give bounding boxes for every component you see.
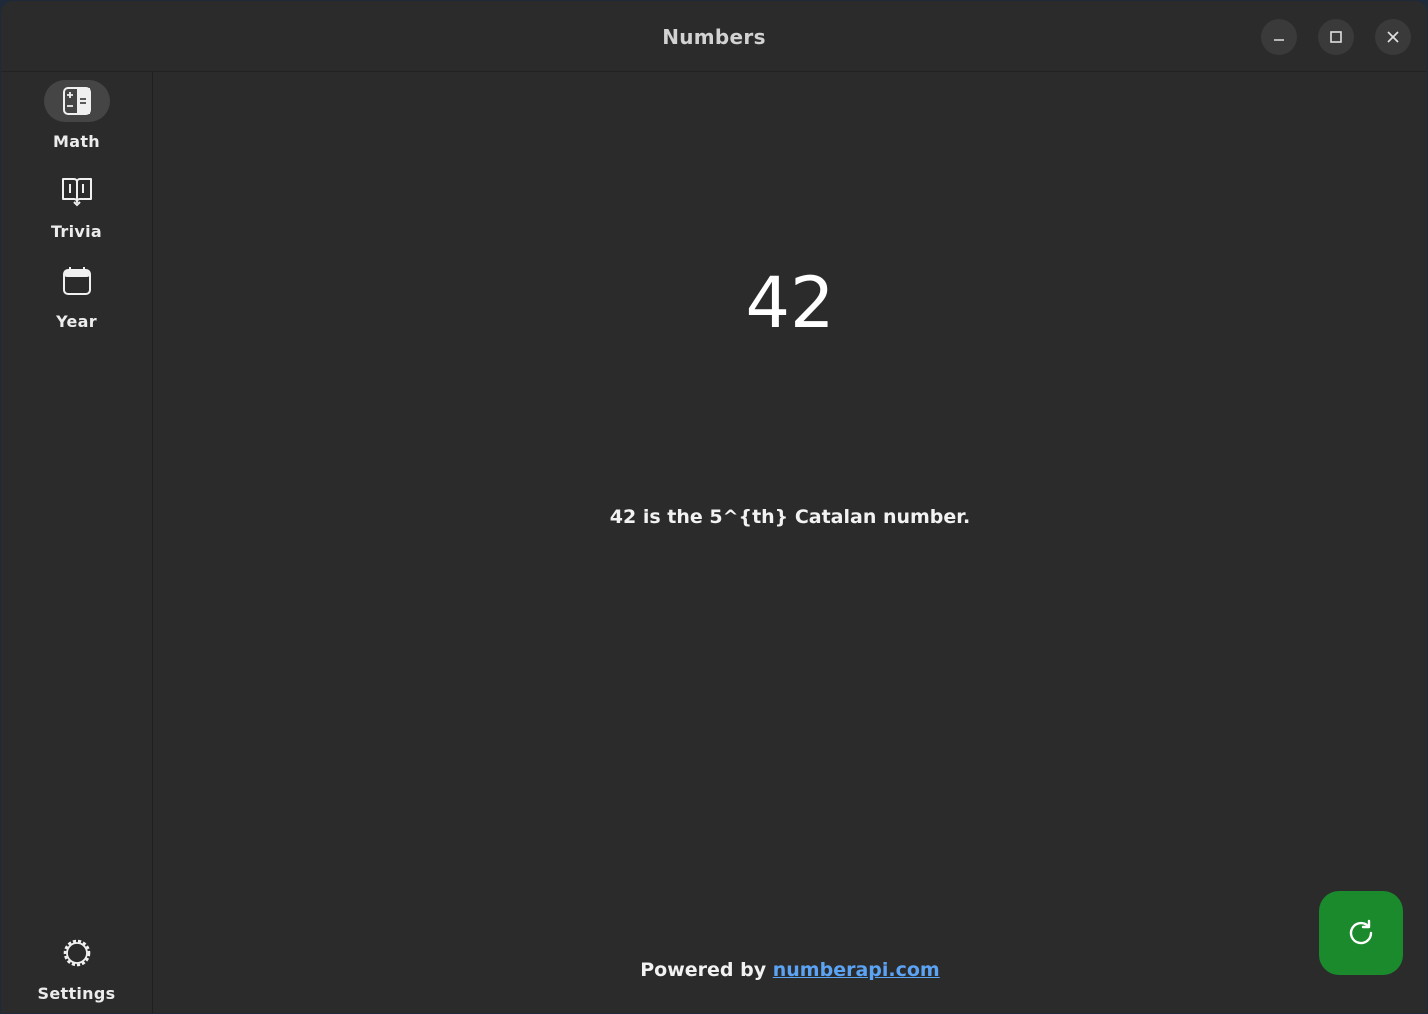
powered-by-label: Powered by (640, 959, 773, 981)
math-pill[interactable] (44, 80, 110, 122)
window-title: Numbers (662, 25, 766, 49)
numberapi-link[interactable]: numberapi.com (773, 959, 940, 981)
calendar-icon (63, 267, 91, 295)
trivia-pill[interactable] (44, 170, 110, 212)
sidebar-item-trivia[interactable]: Trivia (1, 170, 152, 250)
app-window: Numbers Math Trivia Year Settings 42 42 … (1, 1, 1427, 1013)
refresh-button[interactable] (1319, 891, 1403, 975)
maximize-button[interactable] (1318, 19, 1354, 55)
sidebar-item-label: Settings (37, 984, 116, 1003)
number-display: 42 (745, 262, 835, 344)
minimize-icon (1274, 39, 1284, 41)
gear-icon (63, 939, 91, 967)
main-content: 42 42 is the 5^{th} Catalan number. Powe… (153, 72, 1427, 1013)
powered-by: Powered by numberapi.com (153, 959, 1427, 981)
sidebar-item-math[interactable]: Math (1, 80, 152, 160)
sidebar-item-year[interactable]: Year (1, 260, 152, 340)
sidebar-item-label: Math (53, 132, 100, 151)
minimize-button[interactable] (1261, 19, 1297, 55)
close-button[interactable] (1375, 19, 1411, 55)
title-bar[interactable]: Numbers (1, 1, 1427, 72)
sidebar-item-label: Year (56, 312, 97, 331)
sidebar-item-label: Trivia (50, 222, 103, 241)
sidebar-item-settings[interactable]: Settings (1, 932, 152, 1012)
fact-text: 42 is the 5^{th} Catalan number. (609, 506, 971, 528)
settings-pill[interactable] (44, 932, 110, 974)
year-pill[interactable] (44, 260, 110, 302)
maximize-icon (1330, 31, 1342, 43)
close-icon (1387, 31, 1399, 43)
sidebar: Math Trivia Year Settings (1, 72, 153, 1013)
refresh-icon (1349, 919, 1373, 945)
calculator-icon (63, 87, 91, 115)
book-icon (62, 178, 92, 207)
